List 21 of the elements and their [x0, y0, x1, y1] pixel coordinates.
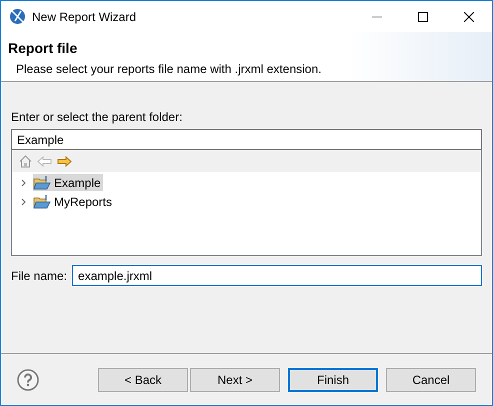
close-icon[interactable] [464, 12, 474, 22]
forward-arrow-icon[interactable] [57, 156, 72, 166]
dialog-button[interactable]: < Back [98, 368, 188, 392]
tree-item[interactable]: MyReports [33, 193, 114, 210]
folder-icon [33, 174, 51, 190]
folder-field[interactable]: Example [11, 129, 482, 150]
dialog-button[interactable]: Next > [190, 368, 280, 392]
help-icon[interactable] [17, 368, 39, 390]
folder-label: Enter or select the parent folder: [11, 110, 184, 124]
maximize-icon[interactable] [418, 12, 428, 22]
page-title: Report file [8, 40, 78, 56]
file-name-label: File name: [11, 268, 68, 284]
file-name-field[interactable]: example.jrxml [72, 265, 482, 286]
home-icon[interactable] [19, 154, 32, 168]
window-title: New Report Wizard [32, 8, 136, 26]
dialog-button[interactable]: Finish [288, 368, 378, 392]
page-description: Please select your reports file name with .jrxml extension. [16, 62, 322, 76]
app-logo-icon [9, 8, 26, 25]
dialog-button[interactable]: Cancel [386, 368, 476, 392]
folder-icon [33, 194, 51, 210]
tree-item[interactable]: Example [33, 174, 103, 191]
